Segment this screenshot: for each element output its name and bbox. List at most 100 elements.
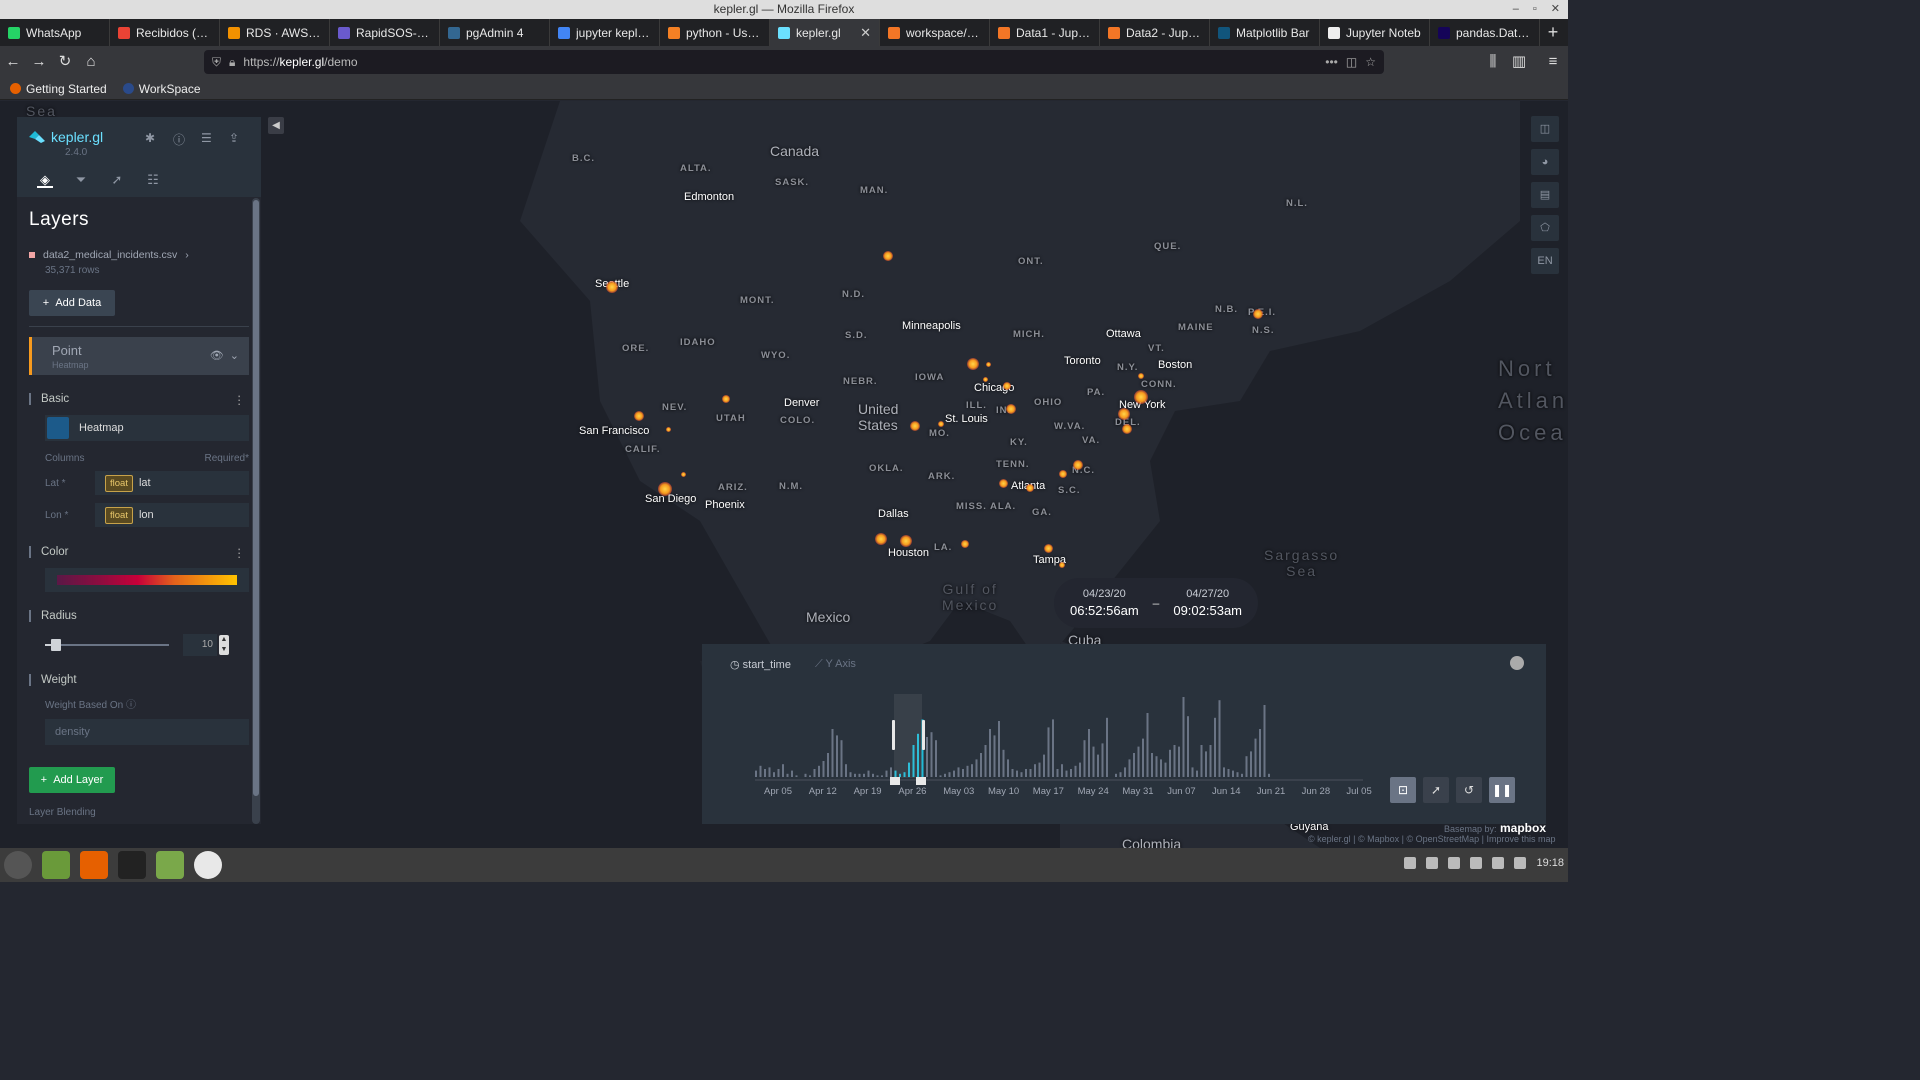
more-icon[interactable]: ⋮ [234, 546, 246, 560]
layer-card[interactable]: Point Heatmap 👁︎ ⌄ [29, 337, 249, 375]
shield-icon[interactable]: ⛨ [212, 55, 221, 70]
radius-section[interactable]: Radius [29, 610, 249, 622]
terminal-icon[interactable] [118, 851, 146, 879]
wifi-icon[interactable] [1470, 857, 1483, 869]
legend-icon[interactable]: ▤ [1531, 182, 1559, 208]
brush-handle[interactable] [922, 720, 925, 750]
menu-icon[interactable]: ≡ [1540, 49, 1566, 75]
sidebar-icon[interactable]: ▥ [1506, 49, 1532, 75]
draw-icon[interactable]: ⬠ [1531, 215, 1559, 241]
shield-icon[interactable] [1448, 857, 1461, 869]
weight-field-select[interactable]: density [45, 719, 249, 745]
info-icon[interactable]: ⓘ [126, 700, 136, 711]
browser-tab[interactable]: Recibidos (5) - g [110, 19, 220, 46]
browser-tab[interactable]: workspace/rap [880, 19, 990, 46]
split-map-icon[interactable]: ◫ [1531, 116, 1559, 142]
page-actions-icon[interactable]: ••• [1325, 55, 1338, 69]
bug-icon[interactable]: ✱ [145, 131, 159, 145]
eye-icon[interactable]: 👁︎ [210, 350, 224, 362]
radius-input[interactable]: 10 [183, 634, 217, 656]
tab-filters[interactable]: ⏷ [73, 172, 89, 188]
window-mode-icon[interactable]: ⊡ [1390, 777, 1416, 803]
settings-icon[interactable] [1510, 656, 1524, 670]
chevron-right-icon[interactable]: › [185, 249, 189, 261]
new-tab-button[interactable]: + [1540, 19, 1566, 46]
add-data-button[interactable]: + Add Data [29, 290, 115, 316]
info-icon[interactable]: ⓘ [173, 131, 187, 147]
close-window-button[interactable]: ✕ [1551, 0, 1560, 19]
browser-tab[interactable]: WhatsApp [0, 19, 110, 46]
locale-button[interactable]: EN [1531, 248, 1559, 274]
dataset-name[interactable]: data2_medical_incidents.csv [43, 249, 177, 261]
show-desktop-icon[interactable] [42, 851, 70, 879]
radius-stepper[interactable]: ▲ ▼ [219, 635, 229, 655]
radius-track[interactable] [45, 639, 169, 651]
color-section[interactable]: Color ⋮ [29, 546, 249, 560]
forward-button[interactable]: → [26, 49, 52, 75]
lat-column-select[interactable]: float lat [95, 471, 249, 495]
weight-section[interactable]: Weight [29, 674, 249, 686]
maximize-button[interactable]: ▫ [1533, 0, 1537, 19]
tab-interactions[interactable]: ➚ [109, 172, 125, 188]
bluetooth-icon[interactable] [1426, 857, 1439, 869]
clock[interactable]: 19:18 [1536, 857, 1564, 869]
time-brush[interactable] [894, 694, 922, 778]
files-icon[interactable] [156, 851, 184, 879]
lock-icon[interactable]: 🔒︎ [229, 55, 235, 70]
browser-tab[interactable]: RapidSOS-inter [330, 19, 440, 46]
library-icon[interactable]: ⫼ [1480, 49, 1506, 75]
basic-section[interactable]: Basic ⋮ [29, 393, 249, 407]
reload-button[interactable]: ↻ [52, 49, 78, 75]
vis-type-selector[interactable]: Heatmap [45, 415, 249, 441]
lon-column-select[interactable]: float lon [95, 503, 249, 527]
color-ramp[interactable] [45, 568, 249, 592]
collapse-panel-button[interactable]: ◀ [268, 117, 284, 134]
tab-base-map[interactable]: ☷ [145, 172, 161, 188]
more-icon[interactable]: ⋮ [234, 393, 246, 407]
browser-tab[interactable]: pandas.DataFra [1430, 19, 1540, 46]
browser-tab[interactable]: kepler.gl ✕ [770, 19, 880, 46]
tab-layers[interactable]: ◈ [37, 172, 53, 188]
back-button[interactable]: ← [0, 49, 26, 75]
browser-tab[interactable]: RDS · AWS Con [220, 19, 330, 46]
battery-icon[interactable] [1514, 857, 1527, 869]
dataset-item[interactable]: data2_medical_incidents.csv › [29, 249, 249, 261]
brush-handle[interactable] [892, 720, 895, 750]
bookmark-getting-started[interactable]: Getting Started [10, 82, 107, 96]
database-icon[interactable]: ☰ [201, 131, 215, 145]
start-menu-icon[interactable] [4, 851, 32, 879]
reset-icon[interactable]: ↺ [1456, 777, 1482, 803]
browser-tab[interactable]: Data2 - Jupyter [1100, 19, 1210, 46]
browser-tab[interactable]: jupyter keplerg [550, 19, 660, 46]
y-axis-selector[interactable]: ⟋ Y Axis [815, 658, 856, 671]
close-tab-icon[interactable]: ✕ [860, 25, 871, 41]
volume-icon[interactable] [1492, 857, 1505, 869]
bookmark-star-icon[interactable]: ☆ [1365, 55, 1376, 69]
url-text[interactable]: https://kepler.gl/demo [243, 55, 1317, 69]
range-handle[interactable] [916, 777, 926, 785]
browser-tab[interactable]: Matplotlib Bar [1210, 19, 1320, 46]
minimize-button[interactable]: – [1513, 0, 1519, 19]
share-icon[interactable]: ⇪ [229, 131, 243, 145]
radius-slider[interactable]: 10 ▲ ▼ [45, 634, 249, 656]
browser-tab[interactable]: Jupyter Noteb [1320, 19, 1430, 46]
pocket-icon[interactable]: ◫ [1346, 55, 1357, 69]
pause-icon[interactable]: ❚❚ [1489, 777, 1515, 803]
slack-icon[interactable] [194, 851, 222, 879]
panel-scrollbar[interactable] [252, 198, 260, 824]
home-button[interactable]: ⌂ [78, 49, 104, 75]
browser-tab[interactable]: Data1 - Jupyter [990, 19, 1100, 46]
add-layer-button[interactable]: + Add Layer [29, 767, 115, 793]
url-bar[interactable]: ⛨ 🔒︎ https://kepler.gl/demo ••• ◫ ☆ [204, 50, 1384, 74]
timeline-track[interactable] [755, 779, 1363, 781]
firefox-taskbar-icon[interactable] [80, 851, 108, 879]
chevron-down-icon[interactable]: ⌄ [230, 350, 239, 362]
time-field-selector[interactable]: ◷ start_time [730, 658, 791, 671]
network-icon[interactable] [1404, 857, 1417, 869]
speed-icon[interactable]: ➚ [1423, 777, 1449, 803]
browser-tab[interactable]: python - Using [660, 19, 770, 46]
radius-handle[interactable] [51, 639, 61, 651]
map-attribution[interactable]: © kepler.gl | © Mapbox | © OpenStreetMap… [1308, 834, 1556, 844]
layer-visibility-icon[interactable]: ◕ [1531, 149, 1559, 175]
browser-tab[interactable]: pgAdmin 4 [440, 19, 550, 46]
